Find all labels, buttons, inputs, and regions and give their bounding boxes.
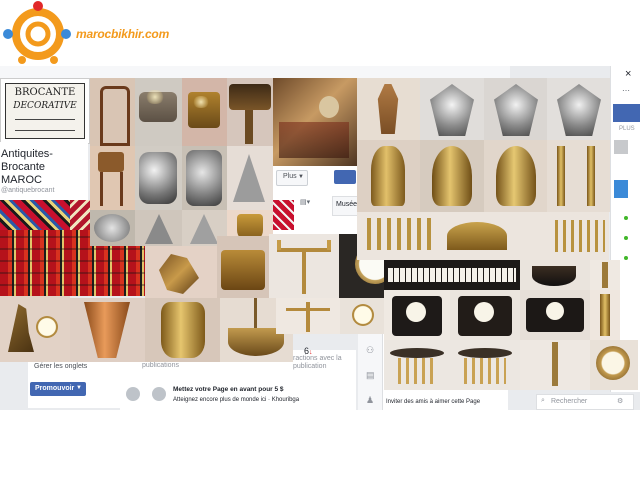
side-table-photo — [384, 340, 450, 390]
brass-table-photo — [227, 78, 273, 146]
page-handle[interactable]: @antiquebrocant — [1, 187, 54, 194]
brass-vase-photo — [420, 140, 484, 212]
brass-candlestick-photo — [547, 140, 610, 212]
chair-photo — [90, 78, 135, 146]
plus-dropdown[interactable]: Plus ▼ — [276, 170, 308, 186]
online-dot — [624, 256, 628, 260]
mantel-clock-photo — [450, 290, 520, 340]
close-icon[interactable]: × — [625, 68, 631, 80]
promo-icon-2 — [152, 387, 166, 401]
eagle-statue-photo — [420, 78, 484, 140]
musee-tag[interactable]: Musée — [332, 196, 360, 216]
page-logo: BROCANTE DECORATIVE — [0, 78, 90, 144]
brass-vase-photo — [357, 140, 420, 212]
chat-contact-2[interactable] — [614, 180, 628, 198]
promote-label: Promouvoir — [35, 385, 75, 392]
promote-button[interactable]: Promouvoir ▼ — [30, 382, 86, 396]
silver-cone-photo — [135, 210, 182, 246]
ornate-clock-photo — [590, 340, 638, 390]
clock-photo — [340, 298, 384, 334]
page-logo-line2: DECORATIVE — [13, 101, 77, 111]
promote-chevron-icon: ▼ — [76, 385, 82, 391]
invite-friends-link[interactable]: Inviter des amis à aimer cette Page — [386, 399, 480, 405]
chat-search-box[interactable]: ⌕ Rechercher ⚙ — [536, 394, 634, 410]
people-icon: ⚇ — [366, 345, 375, 355]
promo-icon — [126, 387, 140, 401]
post-options-icon[interactable]: ▤▾ — [300, 198, 310, 206]
add-friend-icon: ♟ — [366, 395, 375, 405]
plus-label: Plus — [283, 173, 297, 180]
mantel-clock-photo — [520, 290, 590, 340]
brass-vase-photo — [145, 298, 220, 362]
online-dot — [624, 216, 628, 220]
chevron-down-icon: ▼ — [298, 174, 304, 180]
plus-side-label: PLUS — [619, 126, 635, 132]
side-table-photo — [450, 340, 520, 390]
search-icon: ⌕ — [541, 397, 545, 404]
page-logo-line1: BROCANTE — [14, 87, 76, 98]
piano-photo — [384, 260, 520, 290]
promo-title[interactable]: Mettez votre Page en avant pour 5 $ — [173, 386, 284, 393]
eagle-statue-photo — [547, 78, 610, 140]
lamp-photo — [520, 340, 590, 390]
silver-cone-photo — [227, 146, 273, 210]
menorah-photo — [357, 212, 609, 260]
brass-table-photo — [182, 78, 227, 146]
deer-head-photo — [357, 78, 420, 140]
candlestick-photo — [590, 290, 620, 340]
musee-label: Musée — [336, 201, 358, 208]
page-title-line1[interactable]: Antiquites- — [1, 148, 53, 160]
chat-options-icon[interactable]: ⋯ — [622, 86, 630, 95]
eagle-statue-photo — [484, 78, 547, 140]
brand-name: marocbikhir.com — [76, 27, 170, 41]
textile-photo — [0, 200, 70, 230]
online-dot — [624, 236, 628, 240]
chat-contact-1[interactable] — [614, 140, 628, 154]
fb-blue-button[interactable] — [334, 170, 356, 184]
manage-tabs-link[interactable]: Gérer les onglets — [34, 363, 87, 370]
interactions-label: ractions avec la publication — [293, 355, 342, 370]
promo-subtitle: Atteignez encore plus de monde ici · Kho… — [173, 397, 300, 403]
page-title-line3[interactable]: MAROC — [1, 174, 42, 186]
shop-interior-photo — [273, 78, 357, 166]
candlestick-photo — [590, 260, 620, 290]
brass-plate-photo — [217, 236, 269, 298]
copper-vase-photo — [70, 298, 145, 362]
brand-logo-icon — [3, 1, 71, 64]
chair-photo — [90, 146, 135, 210]
candelabra-photo — [269, 234, 339, 298]
candelabra-photo — [276, 298, 340, 334]
textile-photo — [272, 200, 294, 230]
figurine-photo — [145, 246, 217, 298]
figurine-clock-photo — [0, 296, 70, 362]
chat-blue-block — [613, 104, 640, 122]
bowl-photo — [520, 260, 590, 290]
publications-label: publications — [142, 362, 179, 369]
metal-tray-photo — [90, 210, 135, 246]
textile-photo — [70, 200, 90, 230]
silver-pot-photo — [135, 146, 182, 210]
settings-icon[interactable]: ⚙ — [617, 397, 623, 405]
silver-pot-photo — [182, 146, 227, 210]
brand-logo: marocbikhir.com — [0, 0, 190, 66]
page-title-line2[interactable]: Brocante — [1, 161, 45, 173]
stool-photo — [135, 78, 182, 146]
list-icon: ▤ — [366, 370, 375, 380]
mantel-clock-photo — [384, 290, 450, 340]
brass-vase-photo — [484, 140, 547, 212]
search-placeholder: Rechercher — [551, 398, 588, 405]
